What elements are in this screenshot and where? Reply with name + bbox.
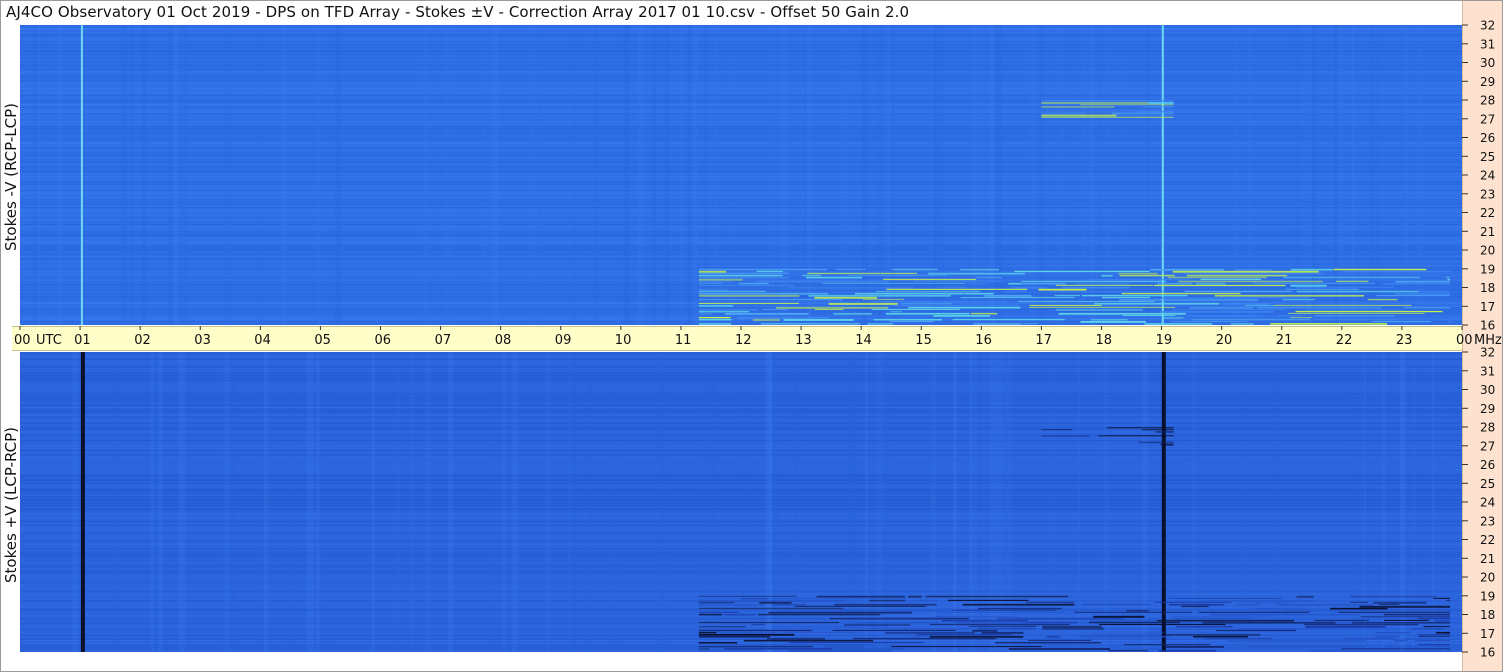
y-tick-label: 28 [1480,94,1495,108]
x-tick-label: 16 [975,333,992,348]
y-tick-label: 20 [1480,244,1495,258]
x-tick-label: 00 [1456,333,1473,348]
x-tick-label: 05 [314,333,331,348]
y-tick-label: 16 [1480,319,1495,333]
x-tick-label: 02 [134,333,151,348]
x-tick-label: 22 [1336,333,1353,348]
y-tick-label: 18 [1480,281,1495,295]
y-tick-label: 26 [1480,458,1495,472]
x-tick-label: 13 [795,333,812,348]
utc-label: UTC [36,333,62,348]
x-tick-label: 10 [615,333,632,348]
x-tick-label: 18 [1096,333,1113,348]
y-tick-label: 28 [1480,421,1495,435]
y-tick-label: 22 [1480,533,1495,547]
x-tick-label: 19 [1156,333,1173,348]
y-tick-label: 23 [1480,187,1495,201]
x-tick-label: 14 [855,333,872,348]
x-tick-label: 23 [1396,333,1413,348]
y-tick-label: 29 [1480,402,1495,416]
y-tick-label: 31 [1480,364,1495,378]
y-tick-label: 16 [1480,646,1495,660]
y-tick-label: 27 [1480,439,1495,453]
x-tick-label: 21 [1276,333,1293,348]
x-tick-label: 01 [74,333,91,348]
y-tick-label: 19 [1480,589,1495,603]
y-tick-label: 19 [1480,262,1495,276]
x-tick-label: 15 [915,333,932,348]
x-tick-label: 12 [735,333,752,348]
y-tick-label: 18 [1480,608,1495,622]
x-tick-label: 04 [254,333,271,348]
x-tick-label: 17 [1035,333,1052,348]
y-tick-label: 21 [1480,225,1495,239]
y-tick-label: 25 [1480,477,1495,491]
y-tick-label: 29 [1480,75,1495,89]
y-tick-label: 30 [1480,383,1495,397]
y-tick-label: 27 [1480,112,1495,126]
y-tick-label: 22 [1480,206,1495,220]
y-tick-label: 21 [1480,552,1495,566]
x-tick-label: 00 [14,333,31,348]
x-tick-label: 20 [1216,333,1233,348]
y-tick-label: 31 [1480,37,1495,51]
y-tick-label: 32 [1480,346,1495,360]
y-tick-label: 23 [1480,514,1495,528]
y-tick-label: 26 [1480,131,1495,145]
x-tick-label: 03 [194,333,211,348]
y-tick-label: 24 [1480,169,1495,183]
y-tick-label: 24 [1480,496,1495,510]
y-tick-label: 17 [1480,300,1495,314]
x-tick-label: 06 [375,333,392,348]
y-tick-label: 25 [1480,150,1495,164]
axes-overlay: 00 01 02 03 04 05 06 07 08 09 10 11 12 13 14 15 16 17 18 19… [14,19,1502,660]
x-tick-label: 11 [675,333,692,348]
y-tick-label: 17 [1480,627,1495,641]
x-tick-label: 08 [495,333,512,348]
x-tick-label: 09 [555,333,572,348]
y-tick-label: 30 [1480,56,1495,70]
y-tick-label: 32 [1480,19,1495,33]
x-tick-label: 07 [435,333,452,348]
y-tick-label: 20 [1480,571,1495,585]
